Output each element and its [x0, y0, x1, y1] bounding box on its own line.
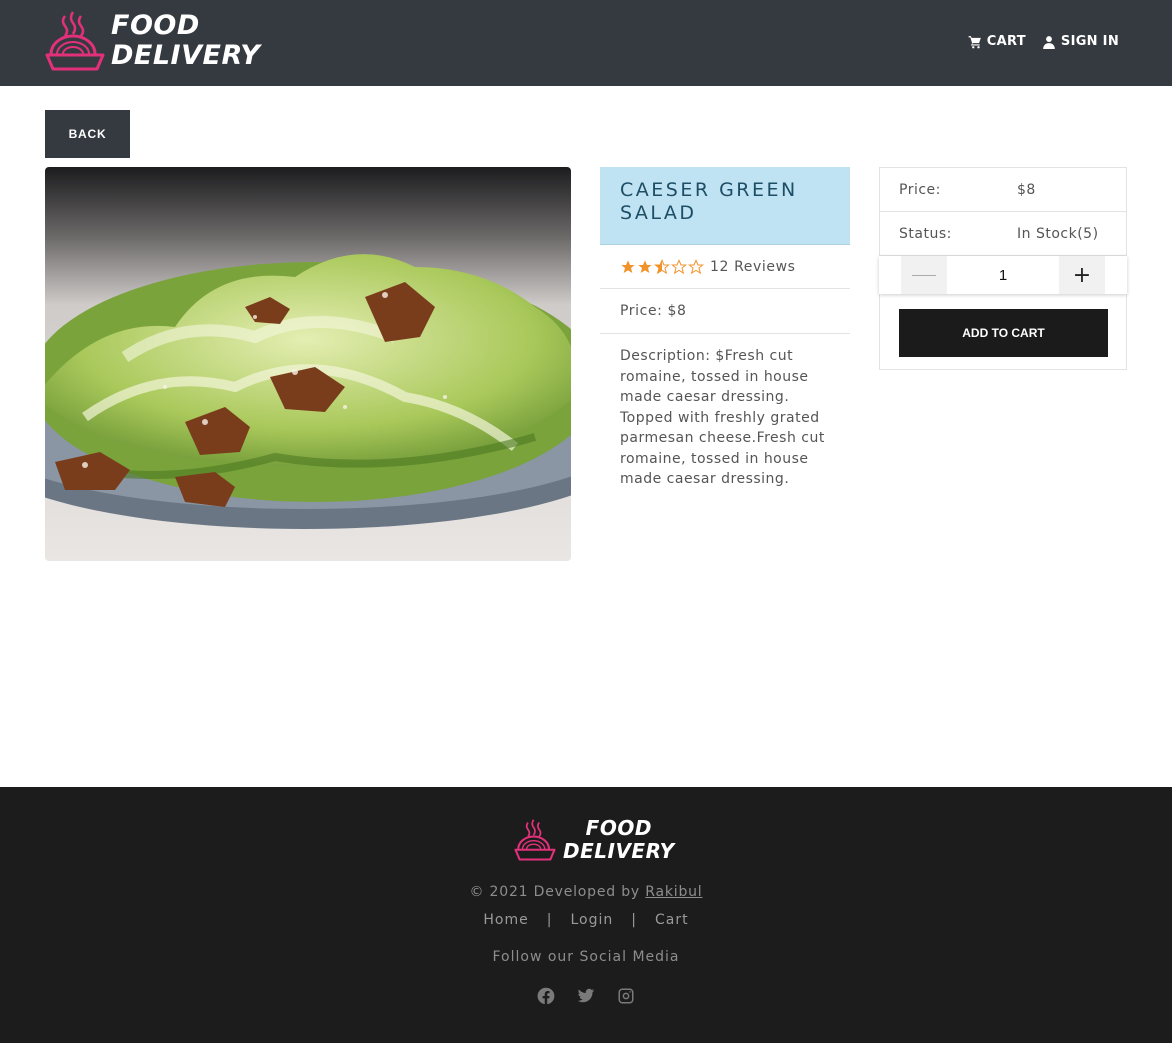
copyright-text: © 2021 Developed by — [469, 884, 646, 900]
product-info: CAESER GREEN SALAD 12 Reviews Price: $8 … — [600, 167, 850, 502]
card-price-label: Price: — [899, 181, 941, 198]
cart-card: Price: $8 Status: In Stock(5) + ADD TO C… — [879, 167, 1127, 370]
product-title: CAESER GREEN SALAD — [620, 179, 798, 224]
star-full-icon — [621, 259, 635, 273]
footer-links: Home | Login | Cart — [0, 912, 1172, 928]
brand-word-top: FOOD — [111, 10, 200, 41]
product-price: Price: $8 — [620, 303, 687, 319]
nav-signin-link[interactable]: SIGN IN — [1042, 34, 1119, 49]
social-links — [0, 987, 1172, 1005]
footer-cart-link[interactable]: Cart — [655, 912, 689, 928]
title-box: CAESER GREEN SALAD — [600, 167, 850, 245]
add-to-cart-button[interactable]: ADD TO CART — [899, 309, 1108, 357]
minus-icon — [912, 274, 936, 276]
footer-brand-logo[interactable]: FOOD DELIVERY — [513, 817, 675, 863]
product-description: Description: $Fresh cut romaine, tossed … — [620, 348, 825, 487]
follow-text: Follow our Social Media — [492, 949, 680, 965]
star-empty-icon — [671, 258, 687, 274]
quantity-stepper: + — [879, 256, 1127, 294]
brand-word-bottom: DELIVERY — [111, 40, 261, 71]
salad-photo-icon — [45, 167, 571, 561]
footer-login-link[interactable]: Login — [570, 912, 613, 928]
rating-row: 12 Reviews — [600, 245, 850, 289]
star-empty-icon — [688, 258, 704, 274]
footer-separator: | — [631, 912, 637, 928]
nav-cart-link[interactable]: CART — [968, 34, 1026, 49]
star-half-icon — [654, 258, 670, 274]
bowl-logo-icon — [514, 819, 556, 861]
nav-links: CART SIGN IN — [968, 34, 1119, 49]
user-icon — [1043, 35, 1055, 49]
card-status-row: Status: In Stock(5) — [880, 212, 1126, 256]
quantity-input[interactable] — [973, 266, 1033, 284]
footer-brand-word-bottom: DELIVERY — [563, 839, 675, 863]
footer: FOOD DELIVERY © 2021 Developed by Rakibu… — [0, 787, 1172, 1043]
footer-home-link[interactable]: Home — [483, 912, 528, 928]
nav-signin-label: SIGN IN — [1060, 34, 1119, 49]
increase-quantity-button[interactable]: + — [1059, 256, 1105, 294]
developer-link[interactable]: Rakibul — [645, 884, 702, 900]
twitter-icon[interactable] — [577, 987, 595, 1005]
rating-stars — [620, 258, 704, 275]
navbar: FOOD DELIVERY CART SIGN IN — [0, 0, 1172, 86]
bowl-logo-icon — [45, 11, 105, 71]
facebook-icon[interactable] — [537, 987, 555, 1005]
shopping-cart-icon — [968, 35, 981, 48]
brand-logo[interactable]: FOOD DELIVERY — [45, 8, 260, 74]
back-button[interactable]: BACK — [45, 110, 130, 158]
nav-cart-label: CART — [986, 34, 1026, 49]
copyright: © 2021 Developed by Rakibul — [0, 884, 1172, 900]
reviews-count: 12 Reviews — [710, 258, 796, 275]
footer-brand-word-top: FOOD — [585, 816, 652, 840]
instagram-icon[interactable] — [617, 987, 635, 1005]
price-row: Price: $8 — [600, 289, 850, 334]
card-price-value: $8 — [1017, 181, 1036, 198]
product-image — [45, 167, 571, 561]
footer-separator: | — [546, 912, 553, 928]
star-full-icon — [638, 259, 652, 273]
card-status-value: In Stock(5) — [1017, 225, 1099, 242]
card-status-label: Status: — [899, 225, 952, 242]
card-price-row: Price: $8 — [880, 168, 1126, 212]
decrease-quantity-button[interactable] — [901, 256, 947, 294]
